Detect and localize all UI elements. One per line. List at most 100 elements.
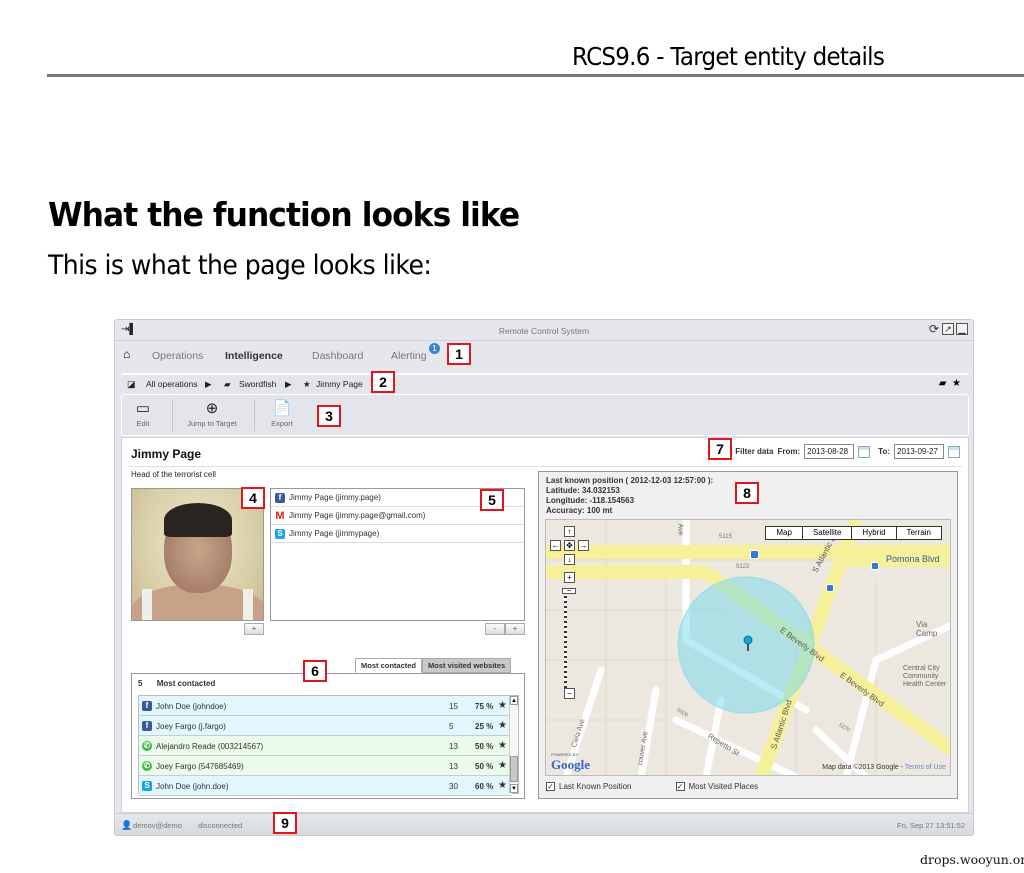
scroll-thumb[interactable]	[510, 756, 518, 782]
pan-up-icon[interactable]: ↑	[564, 526, 575, 537]
map-pin-icon[interactable]	[744, 633, 753, 645]
breadcrumb-separator-icon: ▶	[285, 379, 292, 389]
position-info: Last known position ( 2012-12-03 12:57:0…	[546, 476, 713, 516]
add-account-button[interactable]: +	[505, 623, 525, 635]
status-bar: 👤 demov@demo disconnected Fri, Sep 27 13…	[115, 813, 973, 835]
bus-stop-icon[interactable]	[871, 562, 879, 570]
contact-percent: 50 %	[475, 762, 494, 771]
terms-of-use-link[interactable]: Terms of Use	[905, 764, 946, 771]
scroll-down-icon[interactable]: ▼	[510, 784, 518, 793]
map-type-map[interactable]: Map	[765, 526, 803, 540]
star-icon[interactable]: ★	[498, 780, 507, 791]
gmail-icon: M	[275, 509, 285, 522]
operation-icon[interactable]: ▰	[939, 378, 947, 389]
google-logo: Google	[551, 757, 590, 772]
contact-row[interactable]: S John Doe (john.doe) 30 60 % ★	[139, 776, 512, 796]
callout-4: 4	[241, 487, 265, 509]
skype-icon: S	[142, 781, 152, 791]
map-label-number: 5122	[736, 564, 750, 570]
edit-button[interactable]: ▭ Edit	[130, 399, 156, 428]
tab-most-visited-websites[interactable]: Most visited websites	[422, 658, 512, 673]
home-icon[interactable]: ⌂	[123, 347, 130, 361]
map-view[interactable]: E Beverly Blvd E Beverly Blvd S Atlantic…	[545, 519, 951, 776]
contacts-scrollbar[interactable]: ▲ ▼	[509, 696, 518, 793]
map-type-terrain[interactable]: Terrain	[895, 526, 942, 540]
zoom-slider-handle[interactable]: −	[562, 587, 576, 595]
most-contacted-panel: 5 Most contacted f John Doe (johndoe) 15…	[131, 673, 525, 799]
contact-row[interactable]: ✆ Joey Fargo (547685469) 13 50 % ★	[139, 756, 512, 776]
to-label: To:	[878, 447, 890, 456]
breadcrumb-all-operations[interactable]: All operations	[146, 379, 198, 389]
map-type-hybrid[interactable]: Hybrid	[851, 526, 897, 540]
contact-row[interactable]: f John Doe (johndoe) 15 75 % ★	[139, 696, 512, 716]
photo-hair	[164, 503, 232, 537]
pan-center-icon[interactable]: ✥	[564, 540, 575, 551]
tab-alerting[interactable]: Alerting	[391, 350, 427, 362]
calendar-icon[interactable]	[858, 445, 871, 458]
star-icon[interactable]: ★	[498, 760, 507, 771]
callout-9: 9	[273, 812, 297, 834]
export-button[interactable]: 📄 Export	[265, 399, 299, 428]
pan-left-icon[interactable]: ←	[550, 540, 561, 551]
breadcrumb-jimmy-page[interactable]: Jimmy Page	[316, 379, 363, 389]
star-icon[interactable]: ★	[498, 740, 507, 751]
star-icon[interactable]: ★	[498, 700, 507, 711]
tab-intelligence[interactable]: Intelligence	[225, 350, 283, 362]
contact-name: Joey Fargo (547685469)	[156, 762, 244, 771]
contacts-tabs: Most contacted Most visited websites	[355, 658, 512, 673]
minimize-icon[interactable]: ▁	[956, 323, 968, 335]
operations-icon: ◪	[127, 379, 136, 389]
checkbox-checked-icon[interactable]: ✓	[675, 782, 685, 791]
bus-stop-icon[interactable]	[826, 584, 834, 592]
map-type-satellite[interactable]: Satellite	[801, 526, 853, 540]
title-bar: ⇥▌ Remote Control System ⟳ ↗ ▁	[115, 320, 973, 341]
breadcrumb-swordfish[interactable]: Swordfish	[239, 379, 276, 389]
breadcrumb-right-icons: ▰ ★	[939, 378, 961, 389]
edit-icon: ▭	[135, 400, 151, 417]
pan-down-icon[interactable]: ↓	[564, 554, 575, 565]
account-label: Jimmy Page (jimmy.page)	[289, 493, 381, 502]
contact-row[interactable]: ✆ Alejandro Reade (003214567) 13 50 % ★	[139, 736, 512, 756]
star-icon[interactable]: ★	[498, 720, 507, 731]
tab-dashboard[interactable]: Dashboard	[312, 350, 363, 362]
contact-name: John Doe (johndoe)	[156, 702, 227, 711]
contact-row[interactable]: f Joey Fargo (j.fargo) 5 25 % ★	[139, 716, 512, 736]
bus-stop-icon[interactable]	[750, 550, 759, 559]
to-date-input[interactable]	[894, 444, 944, 459]
photo-strap	[243, 589, 253, 620]
add-photo-button[interactable]: +	[244, 623, 264, 635]
zoom-slider[interactable]	[564, 596, 567, 696]
contact-count: 30	[449, 782, 458, 791]
refresh-icon[interactable]: ⟳	[928, 322, 940, 336]
scroll-up-icon[interactable]: ▲	[510, 696, 518, 705]
contact-count: 13	[449, 742, 458, 751]
crosshair-icon: ⊕	[205, 400, 219, 417]
callout-1: 1	[447, 343, 471, 365]
zoom-in-icon[interactable]: +	[564, 572, 575, 583]
contacts-title: Most contacted	[156, 679, 216, 688]
popout-icon[interactable]: ↗	[942, 323, 954, 335]
contacts-count: 5	[138, 679, 143, 688]
jump-to-target-button[interactable]: ⊕ Jump to Target	[182, 399, 242, 428]
account-item[interactable]: S Jimmy Page (jimmypage)	[271, 525, 524, 543]
facebook-icon: f	[142, 701, 152, 711]
most-visited-places-checkbox[interactable]: ✓ Most Visited Places	[675, 782, 758, 791]
zoom-out-icon[interactable]: −	[564, 688, 575, 699]
tab-operations[interactable]: Operations	[152, 350, 203, 362]
facebook-icon: f	[275, 492, 285, 503]
calendar-icon[interactable]	[948, 445, 960, 458]
skype-icon: S	[275, 528, 285, 539]
jump-to-target-label: Jump to Target	[187, 419, 237, 428]
map-attribution: Map data ©2013 Google - Terms of Use	[822, 764, 946, 771]
checkbox-checked-icon[interactable]: ✓	[546, 782, 555, 791]
last-known-position-checkbox[interactable]: ✓ Last Known Position	[546, 782, 632, 791]
pan-right-icon[interactable]: →	[578, 540, 589, 551]
contact-percent: 25 %	[475, 722, 494, 731]
remove-account-button[interactable]: -	[485, 623, 505, 635]
from-date-input[interactable]	[804, 444, 855, 459]
account-label: Jimmy Page (jimmypage)	[289, 529, 380, 538]
star-icon[interactable]: ★	[952, 378, 961, 389]
tab-most-contacted[interactable]: Most contacted	[355, 658, 423, 673]
contacts-header: 5 Most contacted	[138, 679, 215, 688]
status-datetime: Fri, Sep 27 13:51:52	[897, 821, 965, 830]
